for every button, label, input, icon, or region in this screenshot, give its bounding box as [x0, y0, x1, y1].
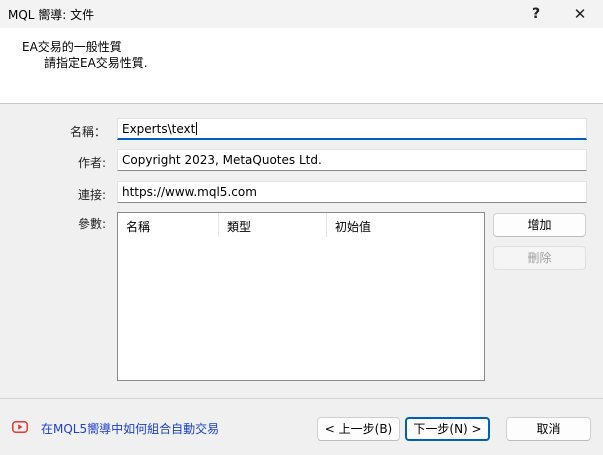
help-button[interactable]: ?: [516, 0, 556, 28]
page-subtitle: 請指定EA交易性質.: [44, 56, 148, 70]
name-field-value: Experts\text: [122, 122, 196, 136]
wizard-header: EA交易的一般性質 請指定EA交易性質.: [0, 28, 603, 104]
link-field[interactable]: https://www.mql5.com: [117, 181, 587, 203]
back-button[interactable]: < 上一步(B): [317, 417, 400, 441]
help-link[interactable]: 在MQL5嚮導中如何組合自動交易: [41, 420, 219, 437]
window-title: MQL 嚮導: 文件: [8, 8, 95, 22]
footer-divider: [0, 398, 603, 399]
name-field[interactable]: Experts\text: [117, 118, 587, 140]
next-button[interactable]: 下一步(N) >: [405, 417, 490, 441]
page-title: EA交易的一般性質: [22, 40, 122, 54]
add-param-button[interactable]: 增加: [493, 213, 586, 237]
cancel-button[interactable]: 取消: [506, 417, 591, 441]
author-label: 作者:: [77, 156, 106, 170]
column-header-type[interactable]: 類型: [219, 213, 327, 237]
link-label: 連接:: [77, 188, 106, 202]
author-field[interactable]: Copyright 2023, MetaQuotes Ltd.: [117, 149, 587, 171]
close-button[interactable]: ✕: [560, 0, 600, 28]
params-label: 參數:: [77, 217, 106, 231]
text-caret: [196, 122, 198, 135]
params-table[interactable]: 名稱 類型 初始值: [117, 212, 485, 381]
params-table-header: 名稱 類型 初始值: [118, 213, 484, 237]
column-header-name[interactable]: 名稱: [118, 213, 219, 237]
name-label: 名稱：: [69, 125, 106, 139]
column-header-initial-value[interactable]: 初始值: [327, 213, 484, 237]
delete-param-button[interactable]: 刪除: [493, 246, 586, 270]
video-play-icon: [12, 421, 28, 433]
title-bar: MQL 嚮導: 文件 ? ✕: [0, 0, 603, 28]
